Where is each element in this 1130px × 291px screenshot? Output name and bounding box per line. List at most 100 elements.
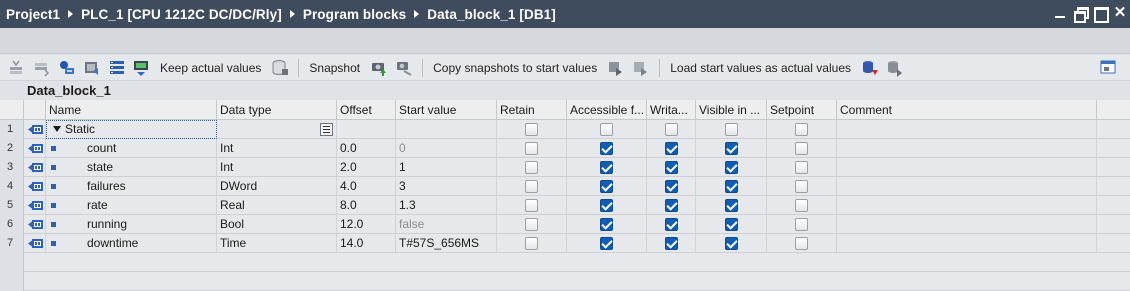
offset-cell[interactable] xyxy=(337,120,396,139)
monitor-values-icon[interactable] xyxy=(83,59,101,77)
restore-button[interactable] xyxy=(1072,5,1089,23)
minimize-button[interactable] xyxy=(1052,5,1068,21)
offset-cell[interactable]: 0.0 xyxy=(337,139,396,158)
table-row[interactable]: 2 count Int 0.0 0 xyxy=(0,139,1130,158)
table-row[interactable]: 6 running Bool 12.0 false xyxy=(0,215,1130,234)
insert-row-icon[interactable] xyxy=(8,59,26,77)
setpoint-checkbox[interactable] xyxy=(795,218,808,231)
column-header-data-type[interactable]: Data type xyxy=(217,100,337,120)
setpoint-checkbox[interactable] xyxy=(795,199,808,212)
camera-icon[interactable] xyxy=(370,59,388,77)
table-row[interactable]: 3 state Int 2.0 1 xyxy=(0,158,1130,177)
column-header-comment[interactable]: Comment xyxy=(837,100,1097,120)
empty-row[interactable] xyxy=(0,253,1130,272)
load-start-values-button[interactable]: Load start values as actual values xyxy=(670,61,851,75)
start-value-cell[interactable]: 1.3 xyxy=(396,196,497,215)
writable-checkbox[interactable] xyxy=(665,237,678,250)
data-type-cell[interactable]: Int xyxy=(217,139,337,158)
writable-checkbox[interactable] xyxy=(665,142,678,155)
table-row[interactable]: 5 rate Real 8.0 1.3 xyxy=(0,196,1130,215)
column-header-retain[interactable]: Retain xyxy=(497,100,567,120)
column-header-writable[interactable]: Writa... xyxy=(647,100,696,120)
setpoint-checkbox[interactable] xyxy=(795,123,808,136)
visible-checkbox[interactable] xyxy=(725,199,738,212)
table-row[interactable]: 4 failures DWord 4.0 3 xyxy=(0,177,1130,196)
start-value-cell[interactable] xyxy=(396,120,497,139)
empty-row[interactable] xyxy=(0,272,1130,291)
accessible-checkbox[interactable] xyxy=(600,237,613,250)
camera-compare-icon[interactable] xyxy=(395,59,413,77)
accessible-checkbox[interactable] xyxy=(600,218,613,231)
visible-checkbox[interactable] xyxy=(725,218,738,231)
data-type-cell[interactable]: Time xyxy=(217,234,337,253)
copy-setpoints-icon[interactable] xyxy=(632,59,650,77)
writable-checkbox[interactable] xyxy=(665,161,678,174)
visible-checkbox[interactable] xyxy=(725,142,738,155)
retain-checkbox[interactable] xyxy=(525,180,538,193)
database-icon[interactable] xyxy=(271,59,289,77)
add-row-icon[interactable] xyxy=(33,59,51,77)
start-value-cell[interactable]: 3 xyxy=(396,177,497,196)
data-type-cell[interactable]: Bool xyxy=(217,215,337,234)
accessible-checkbox[interactable] xyxy=(600,180,613,193)
row-number[interactable]: 2 xyxy=(0,139,24,158)
offset-cell[interactable]: 14.0 xyxy=(337,234,396,253)
load-values-icon[interactable] xyxy=(861,59,879,77)
setpoint-checkbox[interactable] xyxy=(795,237,808,250)
name-cell[interactable]: failures xyxy=(84,177,217,196)
visible-checkbox[interactable] xyxy=(725,161,738,174)
column-header-accessible[interactable]: Accessible f... xyxy=(567,100,647,120)
name-cell[interactable]: state xyxy=(84,158,217,177)
data-type-cell[interactable]: Int xyxy=(217,158,337,177)
show-all-rows-icon[interactable] xyxy=(108,59,126,77)
data-type-cell[interactable] xyxy=(217,120,337,139)
row-number[interactable]: 4 xyxy=(0,177,24,196)
row-number[interactable]: 5 xyxy=(0,196,24,215)
accessible-checkbox[interactable] xyxy=(600,161,613,174)
name-cell[interactable]: downtime xyxy=(84,234,217,253)
copy-snapshots-button[interactable]: Copy snapshots to start values xyxy=(433,61,597,75)
offset-cell[interactable]: 8.0 xyxy=(337,196,396,215)
snapshot-button[interactable]: Snapshot xyxy=(309,61,360,75)
column-header-setpoint[interactable]: Setpoint xyxy=(767,100,837,120)
load-setpoints-icon[interactable] xyxy=(886,59,904,77)
retain-checkbox[interactable] xyxy=(525,142,538,155)
row-number[interactable]: 6 xyxy=(0,215,24,234)
retain-checkbox[interactable] xyxy=(525,161,538,174)
row-number[interactable]: 7 xyxy=(0,234,24,253)
column-header-offset[interactable]: Offset xyxy=(337,100,396,120)
data-type-cell[interactable]: DWord xyxy=(217,177,337,196)
accessible-checkbox[interactable] xyxy=(600,199,613,212)
start-value-cell[interactable]: 1 xyxy=(396,158,497,177)
setpoint-checkbox[interactable] xyxy=(795,142,808,155)
visible-checkbox[interactable] xyxy=(725,237,738,250)
keep-actual-values-button[interactable]: Keep actual values xyxy=(160,61,261,75)
row-number[interactable]: 3 xyxy=(0,158,24,177)
row-number[interactable]: 1 xyxy=(0,120,24,139)
table-row[interactable]: 1 Static xyxy=(0,120,1130,139)
column-header-name[interactable]: Name xyxy=(46,100,217,120)
writable-checkbox[interactable] xyxy=(665,180,678,193)
name-cell[interactable]: count xyxy=(84,139,217,158)
writable-checkbox[interactable] xyxy=(665,218,678,231)
retain-checkbox[interactable] xyxy=(525,199,538,212)
maximize-button[interactable] xyxy=(1092,5,1109,23)
retain-checkbox[interactable] xyxy=(525,123,538,136)
setpoint-checkbox[interactable] xyxy=(795,180,808,193)
start-value-cell[interactable]: 0 xyxy=(396,139,497,158)
name-cell[interactable]: rate xyxy=(84,196,217,215)
breadcrumb-project[interactable]: Project1 xyxy=(6,7,60,22)
offset-cell[interactable]: 2.0 xyxy=(337,158,396,177)
visible-checkbox[interactable] xyxy=(725,180,738,193)
close-button[interactable]: ✕ xyxy=(1112,5,1128,21)
accessible-checkbox[interactable] xyxy=(600,123,613,136)
breadcrumb-data-block[interactable]: Data_block_1 [DB1] xyxy=(427,7,556,22)
writable-checkbox[interactable] xyxy=(665,199,678,212)
retain-checkbox[interactable] xyxy=(525,237,538,250)
data-type-cell[interactable]: Real xyxy=(217,196,337,215)
start-value-cell[interactable]: false xyxy=(396,215,497,234)
offset-cell[interactable]: 12.0 xyxy=(337,215,396,234)
column-header-start-value[interactable]: Start value xyxy=(396,100,497,120)
panel-settings-icon[interactable] xyxy=(1100,59,1116,78)
monitor-all-icon[interactable] xyxy=(133,59,151,77)
